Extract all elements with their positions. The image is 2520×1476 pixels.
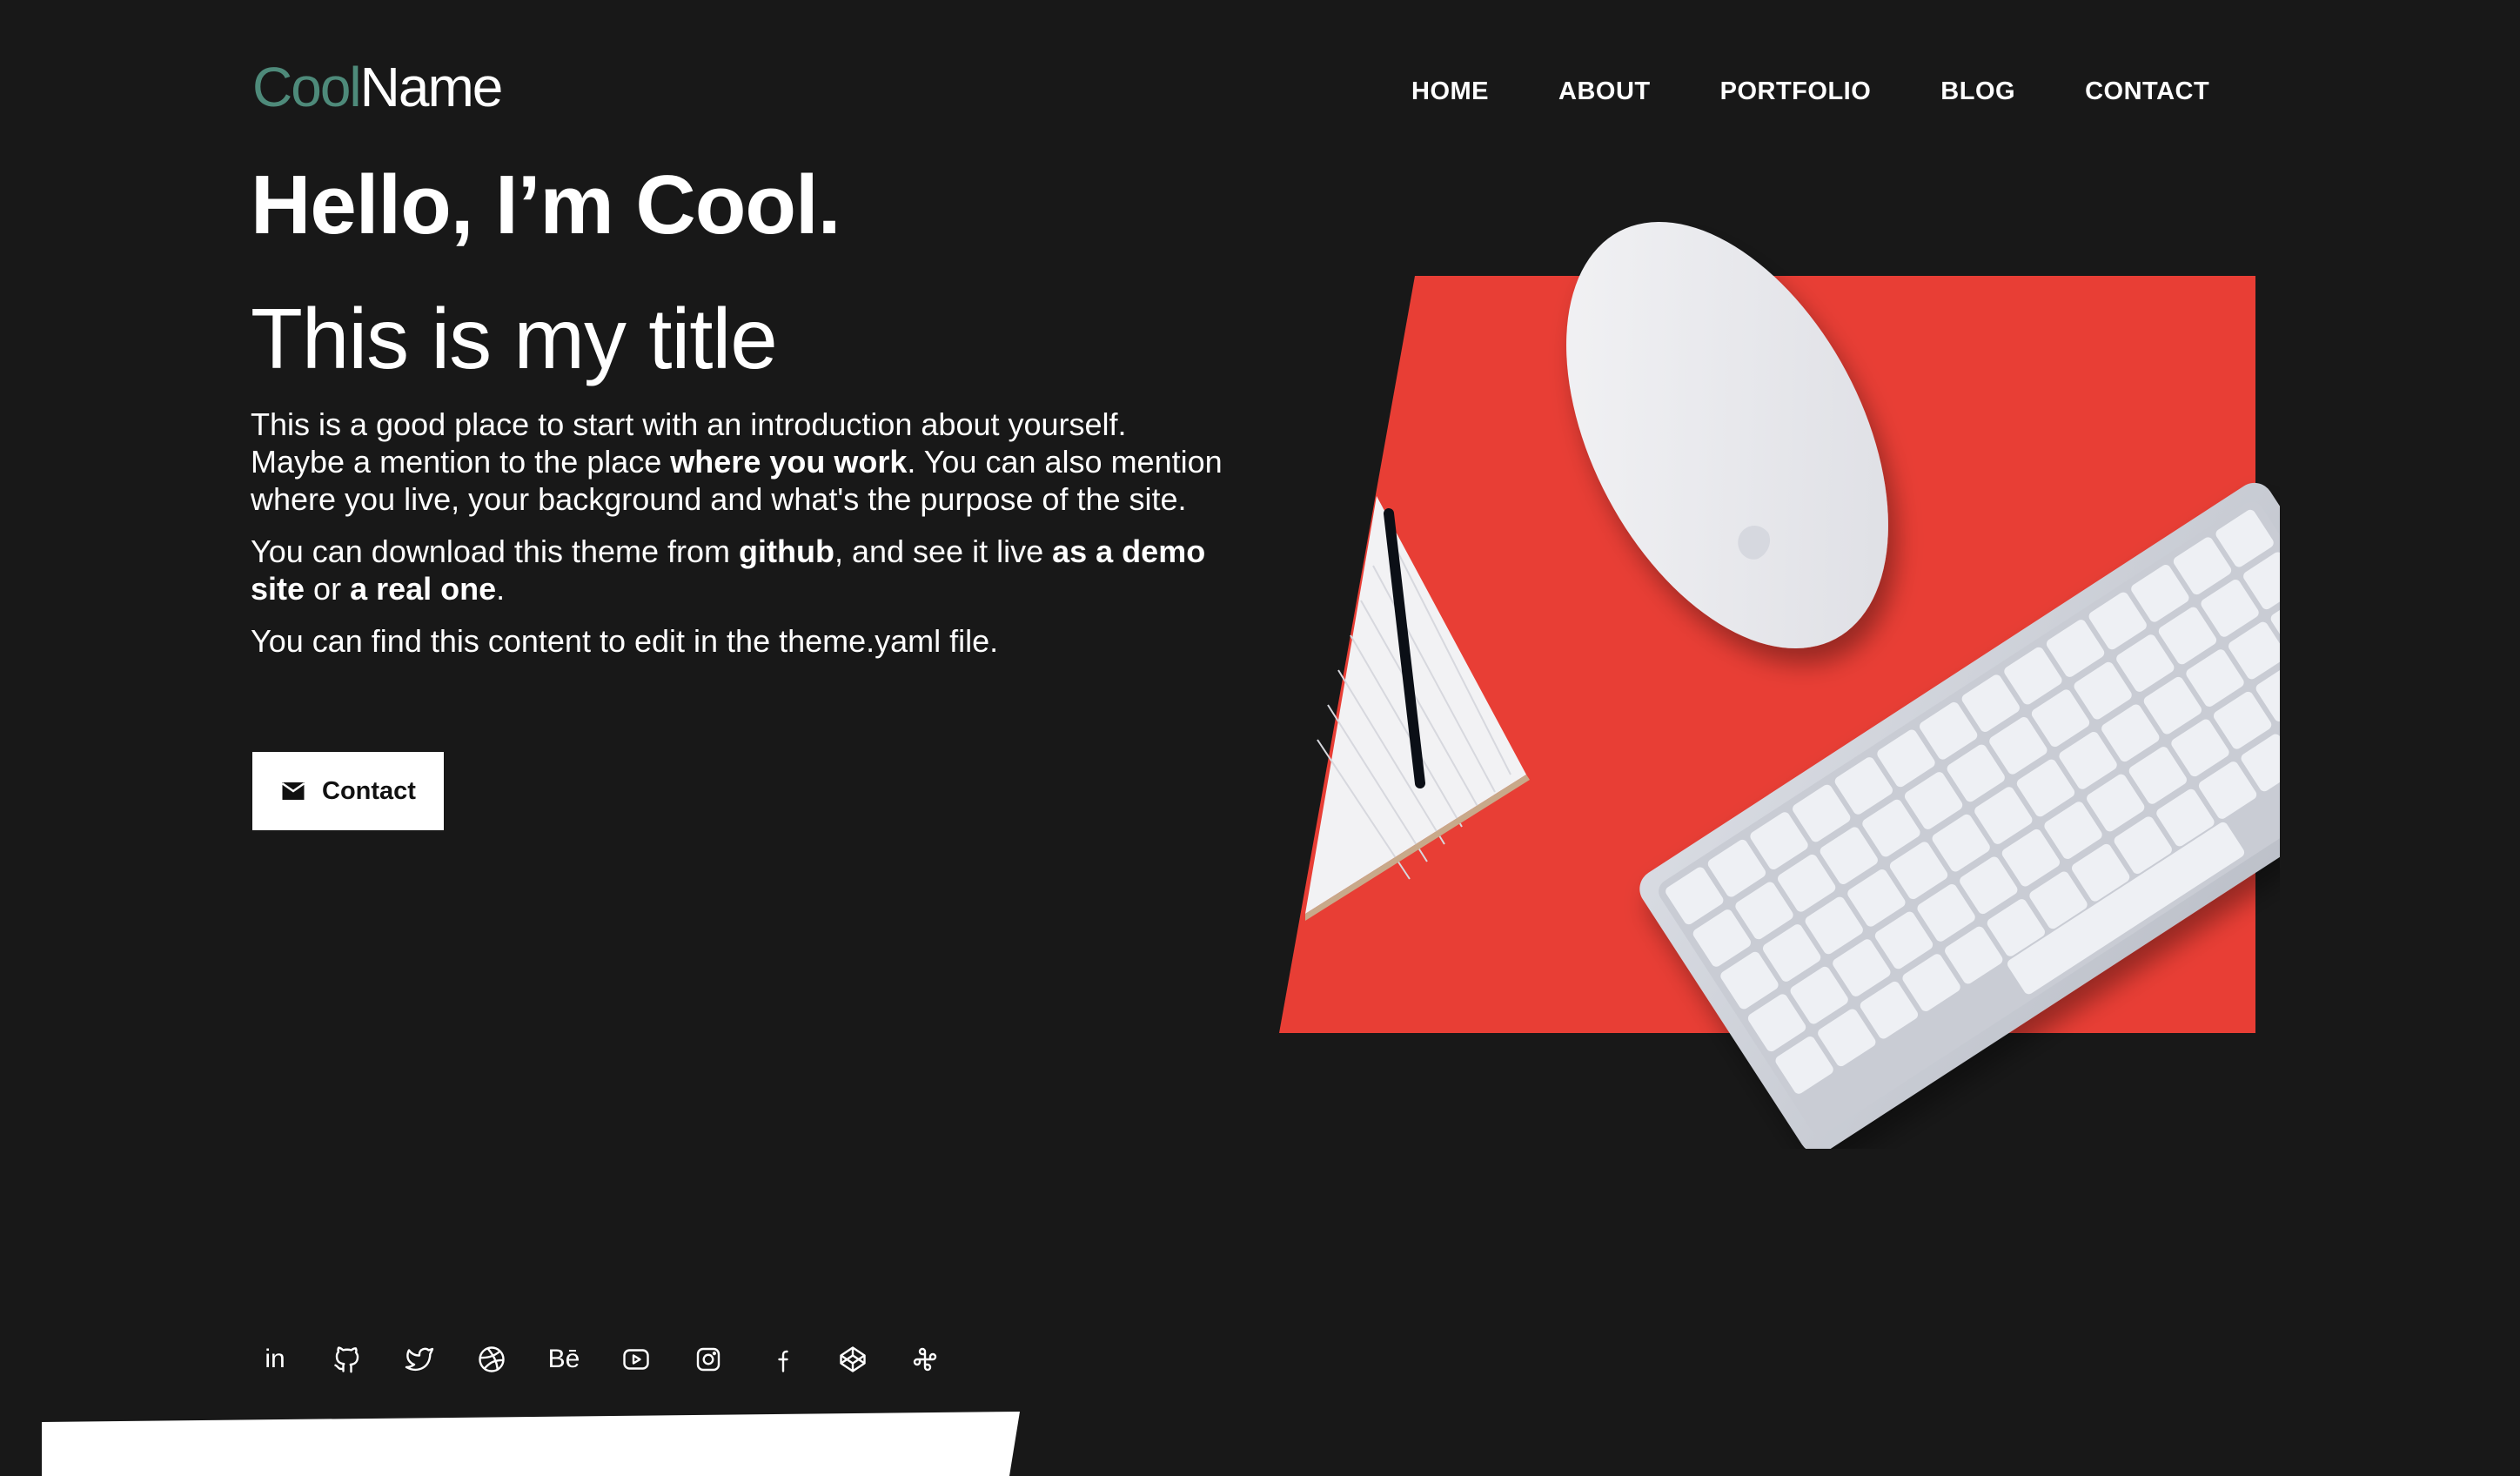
mail-icon [281, 782, 305, 800]
logo-name: Name [359, 56, 504, 118]
intro-paragraph-2: You can download this theme from github,… [251, 533, 1225, 607]
dribbble-icon[interactable] [474, 1342, 509, 1377]
real-one-link[interactable]: a real one [350, 571, 496, 607]
hero-intro: This is a good place to start with an in… [251, 406, 1225, 660]
slack-icon[interactable] [908, 1342, 942, 1377]
where-you-work-link[interactable]: where you work [670, 444, 907, 480]
intro-paragraph-3: You can find this content to edit in the… [251, 623, 999, 659]
twitter-icon[interactable] [402, 1342, 437, 1377]
github-link[interactable]: github [739, 533, 834, 569]
facebook-icon[interactable] [763, 1342, 798, 1377]
codepen-icon[interactable] [835, 1342, 870, 1377]
hero-greeting: Hello, I’m Cool. [251, 158, 841, 252]
instagram-icon[interactable] [691, 1342, 726, 1377]
contact-button-label: Contact [322, 776, 416, 805]
intro-text: or [305, 571, 351, 607]
nav-blog[interactable]: BLOG [1940, 77, 2015, 106]
main-nav: HOME ABOUT PORTFOLIO BLOG CONTACT [1411, 77, 2279, 106]
intro-text: You can download this theme from [251, 533, 740, 569]
intro-text: , and see it live [834, 533, 1053, 569]
social-links: in Bē [258, 1342, 980, 1377]
github-icon[interactable] [330, 1342, 365, 1377]
site-logo[interactable]: CoolName [252, 56, 504, 118]
nav-home[interactable]: HOME [1411, 77, 1489, 106]
logo-cool: Cool [252, 56, 362, 118]
nav-about[interactable]: ABOUT [1558, 77, 1651, 106]
hero-section: Hello, I’m Cool. This is my title This i… [251, 153, 1243, 674]
next-section-edge [42, 1412, 1020, 1476]
intro-text: . [496, 571, 506, 607]
hero-title: This is my title [251, 291, 778, 386]
hero-image [1279, 221, 2280, 1149]
youtube-icon[interactable] [619, 1342, 653, 1377]
nav-contact[interactable]: CONTACT [2085, 77, 2209, 106]
nav-portfolio[interactable]: PORTFOLIO [1720, 77, 1872, 106]
linkedin-icon[interactable]: in [258, 1342, 292, 1377]
behance-icon[interactable]: Bē [546, 1342, 581, 1377]
contact-button[interactable]: Contact [252, 752, 444, 830]
intro-paragraph-1: This is a good place to start with an in… [251, 406, 1225, 518]
